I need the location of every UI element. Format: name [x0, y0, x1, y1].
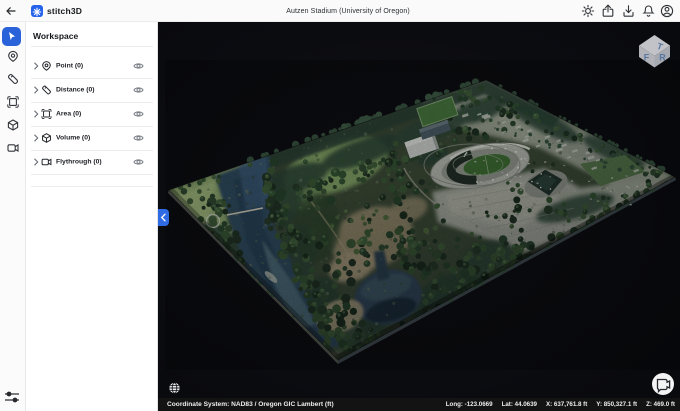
svg-text:F: F — [644, 53, 650, 63]
svg-text:R: R — [659, 53, 666, 63]
